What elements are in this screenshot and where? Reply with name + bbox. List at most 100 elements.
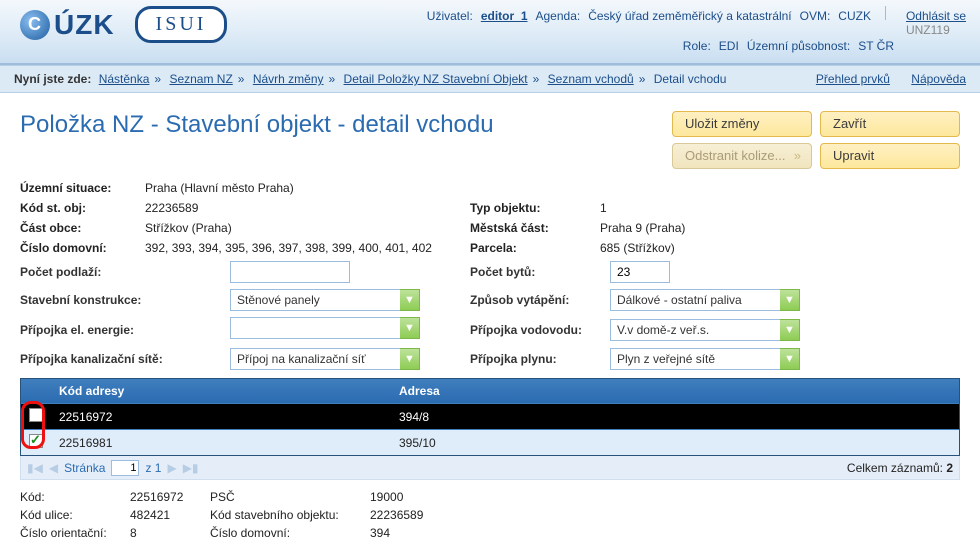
- globe-icon: C: [20, 10, 50, 40]
- separator: [885, 6, 886, 20]
- val-mestska-cast: Praha 9 (Praha): [600, 221, 685, 235]
- next-page-icon[interactable]: ▶: [167, 461, 176, 475]
- chevron-down-icon: ▼: [400, 317, 420, 339]
- table-row[interactable]: 22516981 395/10: [21, 429, 959, 455]
- bc-seznam-nz[interactable]: Seznam NZ: [169, 72, 232, 86]
- select-pripojka-el[interactable]: ▼: [230, 317, 420, 342]
- pager-total-label: Celkem záznamů:: [847, 461, 943, 475]
- lbl-typ-objektu: Typ objektu:: [470, 201, 590, 215]
- first-page-icon[interactable]: ▮◀: [27, 461, 43, 475]
- col-addr-header: Adresa: [391, 384, 959, 398]
- lbl-psc: PSČ: [210, 490, 370, 504]
- lbl-pripojka-kanalizace: Přípojka kanalizační sítě:: [20, 352, 220, 366]
- lbl-pripojka-vodovodu: Přípojka vodovodu:: [470, 323, 600, 337]
- pager-total-value: 2: [946, 461, 953, 475]
- lbl-cast-obce: Část obce:: [20, 221, 135, 235]
- user-link[interactable]: editor_1: [481, 9, 528, 23]
- bc-seznam-vchodu[interactable]: Seznam vchodů: [548, 72, 634, 86]
- bc-nastenka[interactable]: Nástěnka: [99, 72, 150, 86]
- chevron-down-icon: ▼: [400, 348, 420, 370]
- header-meta: Uživatel: editor_1 Agenda: Český úřad ze…: [427, 6, 966, 55]
- lbl-pocet-podlazi: Počet podlaží:: [20, 265, 220, 279]
- input-pocet-bytu[interactable]: [610, 261, 670, 283]
- role-label: Role:: [683, 39, 711, 53]
- val-kod: 22516972: [130, 490, 210, 504]
- lbl-zpusob-vytapeni: Způsob vytápění:: [470, 293, 600, 307]
- lbl-stavebni-konstrukce: Stavební konstrukce:: [20, 293, 220, 307]
- page-title: Položka NZ - Stavební objekt - detail vc…: [20, 111, 494, 139]
- lbl-parcela: Parcela:: [470, 241, 590, 255]
- link-prehled-prvku[interactable]: Přehled prvků: [816, 72, 890, 86]
- lbl-pripojka-el: Přípojka el. energie:: [20, 323, 220, 337]
- pager: ▮◀ ◀ Stránka z 1 ▶ ▶▮ Celkem záznamů: 2: [20, 456, 960, 480]
- lbl-pripojka-plynu: Přípojka plynu:: [470, 352, 600, 366]
- scope-value: ST ČR: [858, 39, 894, 53]
- select-pripojka-vodovodu[interactable]: V.v domě-z veř.s. ▼: [610, 319, 800, 341]
- prev-page-icon[interactable]: ◀: [49, 461, 58, 475]
- breadcrumb: Nyní jste zde: Nástěnka» Seznam NZ» Návr…: [14, 72, 726, 86]
- val-psc: 19000: [370, 490, 403, 504]
- lbl-kod: Kód:: [20, 490, 130, 504]
- chevron-down-icon: ▼: [780, 319, 800, 341]
- ovm-value: CUZK: [838, 9, 871, 23]
- page-input[interactable]: [111, 460, 139, 476]
- input-pocet-podlazi[interactable]: [230, 261, 350, 283]
- bc-navrh-zmeny[interactable]: Návrh změny: [253, 72, 324, 86]
- lbl-pocet-bytu: Počet bytů:: [470, 265, 600, 279]
- lbl-kod-ulice: Kód ulice:: [20, 508, 130, 522]
- cell-addr: 394/8: [391, 410, 959, 424]
- val-uzemni-situace: Praha (Hlavní město Praha): [145, 181, 294, 195]
- edit-button[interactable]: Upravit: [820, 143, 960, 169]
- val-cislo-domovni2: 394: [370, 526, 390, 540]
- select-stavebni-konstrukce[interactable]: Stěnové panely ▼: [230, 289, 420, 311]
- scope-label: Územní působnost:: [747, 39, 850, 53]
- val-cislo-orientacni: 8: [130, 526, 210, 540]
- chevron-down-icon: ▼: [780, 348, 800, 370]
- lbl-mestska-cast: Městská část:: [470, 221, 590, 235]
- row-detail: Kód: 22516972 PSČ 19000 Kód ulice: 48242…: [0, 480, 980, 558]
- select-pripojka-plynu[interactable]: Plyn z veřejné sítě ▼: [610, 348, 800, 370]
- close-button[interactable]: Zavřít: [820, 111, 960, 137]
- val-kod-st-obj: 22236589: [145, 201, 198, 215]
- pager-label: Stránka: [64, 461, 105, 475]
- breadcrumb-bar: Nyní jste zde: Nástěnka» Seznam NZ» Návr…: [0, 65, 980, 93]
- val-kod-ulice: 482421: [130, 508, 210, 522]
- chevron-down-icon: ▼: [400, 289, 420, 311]
- lbl-uzemni-situace: Územní situace:: [20, 181, 135, 195]
- lbl-kod-st-obj: Kód st. obj:: [20, 201, 135, 215]
- select-zpusob-vytapeni[interactable]: Dálkové - ostatní paliva ▼: [610, 289, 800, 311]
- cell-addr: 395/10: [391, 436, 959, 450]
- agenda-label: Agenda:: [536, 9, 581, 23]
- logo-zone: C ÚZK ISUI: [20, 6, 227, 43]
- breadcrumb-prefix: Nyní jste zde:: [14, 72, 91, 86]
- ovm-label: OVM:: [800, 9, 831, 23]
- last-page-icon[interactable]: ▶▮: [183, 461, 199, 475]
- val-parcela: 685 (Střížkov): [600, 241, 675, 255]
- agenda-value: Český úřad zeměměřický a katastrální: [588, 9, 791, 23]
- logo-isui[interactable]: ISUI: [135, 6, 228, 43]
- col-code-header: Kód adresy: [51, 384, 391, 398]
- user-label: Uživatel:: [427, 9, 473, 23]
- select-pripojka-kanalizace[interactable]: Přípoj na kanalizační síť ▼: [230, 348, 420, 370]
- table-row[interactable]: 22516972 394/8: [21, 403, 959, 429]
- address-table: Kód adresy Adresa 22516972 394/8 2251698…: [20, 378, 960, 456]
- logout-link[interactable]: Odhlásit se: [906, 9, 966, 23]
- save-button[interactable]: Uložit změny: [672, 111, 812, 137]
- bc-current: Detail vchodu: [654, 72, 727, 86]
- val-cast-obce: Střížkov (Praha): [145, 221, 232, 235]
- link-napoveda[interactable]: Nápověda: [911, 72, 966, 86]
- details-block: Územní situace: Praha (Hlavní město Prah…: [0, 181, 980, 370]
- cell-code: 22516972: [51, 410, 391, 424]
- lbl-kod-so: Kód stavebního objektu:: [210, 508, 370, 522]
- chevron-down-icon: ▼: [780, 289, 800, 311]
- cell-code: 22516981: [51, 436, 391, 450]
- highlight-ring: [21, 401, 45, 449]
- lbl-cislo-domovni: Číslo domovní:: [20, 241, 135, 255]
- logo-cuzk[interactable]: C ÚZK: [20, 9, 115, 41]
- lbl-cislo-orientacni: Číslo orientační:: [20, 526, 130, 540]
- bc-detail-polozky[interactable]: Detail Položky NZ Stavební Objekt: [344, 72, 528, 86]
- role-value: EDI: [719, 39, 739, 53]
- remove-collisions-button: Odstranit kolize...: [672, 143, 812, 169]
- unit-code: UNZ119: [906, 23, 950, 37]
- lbl-cislo-domovni2: Číslo domovní:: [210, 526, 370, 540]
